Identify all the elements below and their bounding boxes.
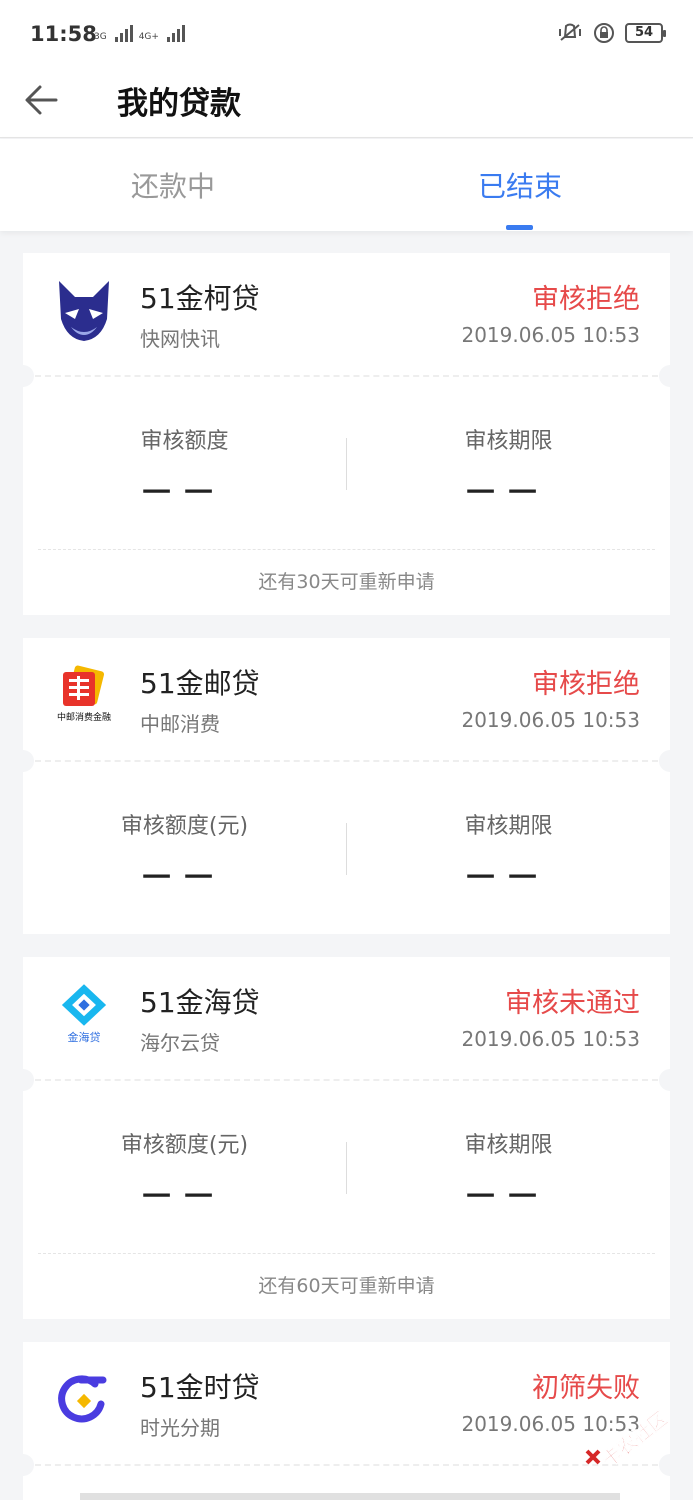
mute-vibrate-icon bbox=[559, 23, 581, 41]
loan-company: 快网快讯 bbox=[140, 327, 220, 351]
term-value: 一一 bbox=[466, 476, 551, 509]
loan-company: 中邮消费 bbox=[140, 712, 220, 736]
post-consumer-finance-logo-icon: 中邮消费金融 bbox=[57, 665, 111, 723]
loan-time: 2019.06.05 10:53 bbox=[461, 323, 640, 347]
card-notch bbox=[659, 1069, 681, 1091]
bottom-content-strip bbox=[80, 1493, 620, 1500]
amount-column: 审核额度(元) 一一 bbox=[23, 1127, 346, 1215]
tab-finished[interactable]: 已结束 bbox=[478, 165, 562, 205]
divider bbox=[35, 1464, 658, 1466]
kanong-watermark: 卡农社区 bbox=[585, 1406, 672, 1472]
card-notch bbox=[12, 365, 34, 387]
amount-label: 审核额度 bbox=[140, 429, 229, 454]
tab-bar: 还款中 已结束 bbox=[0, 139, 693, 231]
loan-time: 2019.06.05 10:53 bbox=[461, 1027, 640, 1051]
jinhai-logo-icon: 金海贷 bbox=[61, 984, 107, 1044]
divider bbox=[38, 549, 655, 550]
app-header: 我的贷款 bbox=[0, 70, 693, 138]
term-value: 一一 bbox=[466, 861, 551, 894]
card-notch bbox=[659, 365, 681, 387]
watermark-x-icon bbox=[585, 1449, 601, 1465]
term-column: 审核期限 一一 bbox=[347, 423, 670, 511]
divider bbox=[35, 375, 658, 377]
amount-label: 审核额度(元) bbox=[120, 1133, 249, 1158]
signal-icon bbox=[166, 24, 185, 42]
loan-card[interactable]: 51金时贷 时光分期 初筛失败 2019.06.05 10:53 bbox=[12, 1342, 681, 1500]
loan-status: 审核拒绝 bbox=[532, 284, 640, 315]
loan-company: 海尔云贷 bbox=[140, 1031, 220, 1055]
loan-status: 审核未通过 bbox=[505, 988, 640, 1019]
loan-product-name: 51金邮贷 bbox=[140, 667, 260, 700]
rotation-lock-icon bbox=[594, 23, 614, 43]
card-notch bbox=[12, 1454, 34, 1476]
loan-card[interactable]: 金海贷 51金海贷 海尔云贷 审核未通过 2019.06.05 10:53 审核… bbox=[12, 957, 681, 1319]
amount-value: 一一 bbox=[142, 861, 227, 894]
card-notch bbox=[12, 1069, 34, 1091]
term-value: 一一 bbox=[466, 1180, 551, 1213]
signal-icon bbox=[114, 24, 133, 42]
jinke-cat-logo-icon bbox=[59, 281, 109, 341]
watermark-text: 卡农社区 bbox=[598, 1407, 672, 1472]
amount-value: 一一 bbox=[142, 1180, 227, 1213]
shiguang-logo-icon bbox=[58, 1375, 107, 1423]
divider bbox=[35, 760, 658, 762]
loan-product-name: 51金时贷 bbox=[140, 1371, 260, 1404]
card-notch bbox=[12, 750, 34, 772]
status-icons: 54 bbox=[557, 22, 666, 44]
term-label: 审核期限 bbox=[464, 814, 553, 839]
card-notch bbox=[659, 750, 681, 772]
amount-column: 审核额度(元) 一一 bbox=[23, 808, 346, 896]
loan-status: 初筛失败 bbox=[532, 1373, 640, 1404]
amount-label: 审核额度(元) bbox=[120, 814, 249, 839]
network-3g-label: 3G bbox=[94, 32, 107, 42]
back-arrow-icon[interactable] bbox=[22, 80, 62, 120]
amount-column: 审核额度 一一 bbox=[23, 423, 346, 511]
divider bbox=[38, 1253, 655, 1254]
reapply-note: 还有60天可重新申请 bbox=[258, 1275, 435, 1297]
loan-status: 审核拒绝 bbox=[532, 669, 640, 700]
logo-caption: 金海贷 bbox=[68, 1030, 101, 1044]
term-column: 审核期限 一一 bbox=[347, 808, 670, 896]
battery-icon: 54 bbox=[625, 23, 666, 43]
network-4g-label: 4G+ bbox=[138, 32, 159, 42]
logo-caption: 中邮消费金融 bbox=[57, 711, 111, 723]
loan-product-name: 51金柯贷 bbox=[140, 282, 260, 315]
tab-repaying[interactable]: 还款中 bbox=[131, 165, 215, 205]
status-time: 11:58 bbox=[30, 22, 97, 46]
page-title: 我的贷款 bbox=[117, 86, 241, 122]
loan-company: 时光分期 bbox=[140, 1416, 220, 1440]
loan-card[interactable]: 中邮消费金融 51金邮贷 中邮消费 审核拒绝 2019.06.05 10:53 … bbox=[12, 638, 681, 934]
tab-active-indicator bbox=[506, 225, 533, 230]
divider bbox=[35, 1079, 658, 1081]
term-column: 审核期限 一一 bbox=[347, 1127, 670, 1215]
term-label: 审核期限 bbox=[464, 429, 553, 454]
reapply-note: 还有30天可重新申请 bbox=[258, 571, 435, 593]
loan-time: 2019.06.05 10:53 bbox=[461, 708, 640, 732]
loan-card[interactable]: 51金柯贷 快网快讯 审核拒绝 2019.06.05 10:53 审核额度 一一… bbox=[12, 253, 681, 615]
amount-value: 一一 bbox=[142, 476, 227, 509]
status-bar: 11:58 3G 4G+ 54 bbox=[0, 0, 693, 70]
term-label: 审核期限 bbox=[464, 1133, 553, 1158]
network-indicator: 3G 4G+ bbox=[94, 24, 185, 42]
loan-product-name: 51金海贷 bbox=[140, 986, 260, 1019]
